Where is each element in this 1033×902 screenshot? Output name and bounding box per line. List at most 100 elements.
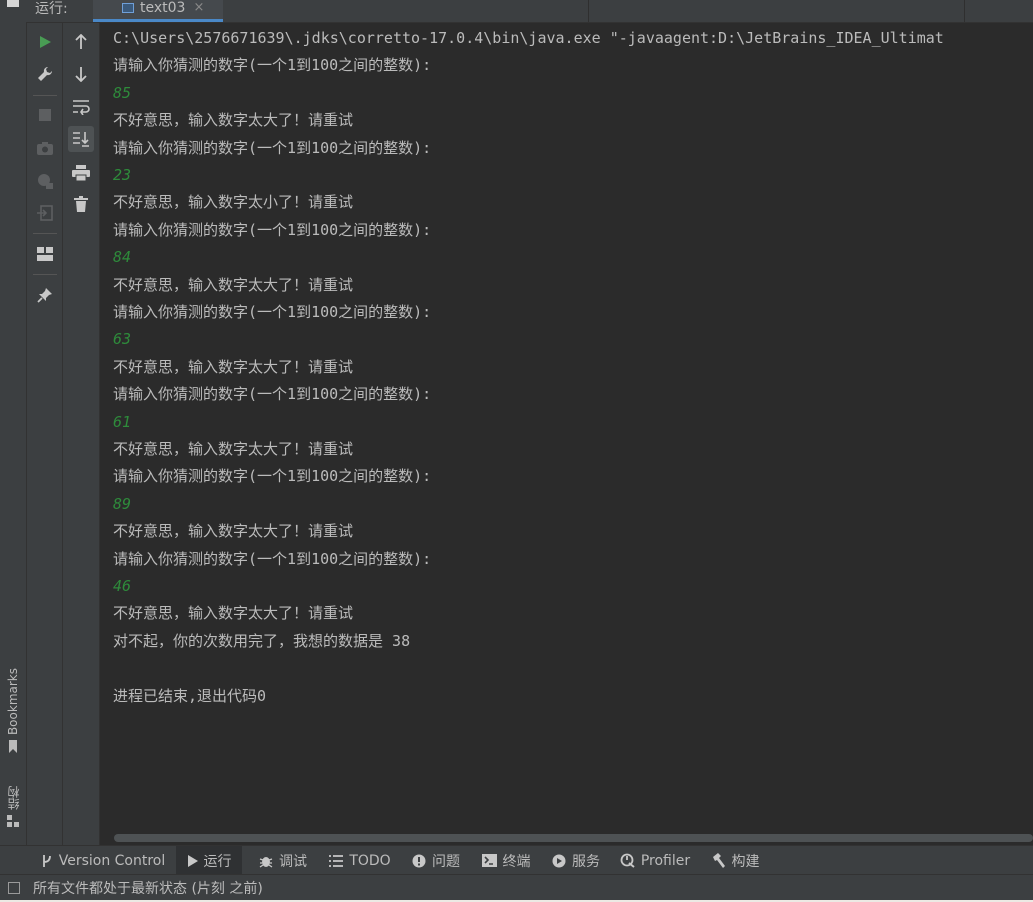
run-toolbar-primary	[27, 23, 63, 845]
layout-icon	[37, 247, 53, 261]
stop-button[interactable]	[32, 102, 58, 128]
tool-button-label: 问题	[432, 853, 460, 870]
stripe-top-button[interactable]	[7, 0, 19, 7]
trash-icon	[74, 196, 88, 212]
hammer-icon	[711, 853, 726, 868]
console-output-line: 进程已结束,退出代码0	[113, 686, 267, 705]
status-bar: 所有文件都处于最新状态 (片刻 之前)	[0, 874, 1033, 900]
soft-wrap-icon	[73, 100, 90, 115]
console-output-line: 请输入你猜测的数字(一个1到100之间的整数):	[113, 56, 432, 75]
header-divider	[964, 0, 965, 22]
console-output-line: 请输入你猜测的数字(一个1到100之间的整数):	[113, 303, 432, 321]
structure-label: 结构	[6, 786, 21, 810]
arrow-up-icon	[75, 34, 87, 49]
horizontal-scrollbar[interactable]	[114, 831, 1033, 845]
console-output-line: C:\Users\2576671639\.jdks\corretto-17.0.…	[113, 29, 944, 47]
run-tool-window-header: 运行: text03 ×	[26, 0, 1033, 23]
tool-button-6[interactable]: 终端	[478, 846, 534, 875]
tool-button-label: 运行	[203, 853, 232, 870]
pin-tab-button[interactable]	[32, 282, 58, 308]
tool-button-5[interactable]: 问题	[408, 846, 464, 875]
tool-button-7[interactable]: 服务	[547, 846, 605, 875]
tool-button-3[interactable]: 调试	[254, 846, 312, 875]
console-output-line: 请输入你猜测的数字(一个1到100之间的整数):	[113, 467, 432, 486]
scrollbar-thumb[interactable]	[114, 834, 1033, 842]
console-output-line: 不好意思，输入数字太大了！请重试	[113, 604, 354, 623]
up-stack-button[interactable]	[68, 29, 94, 55]
print-button[interactable]	[68, 160, 94, 186]
tab-close-icon[interactable]: ×	[193, 0, 204, 15]
dump-threads-button[interactable]	[32, 135, 58, 161]
tool-window-bar: Version Control 运行 调试 TODO 问题 终端 服务 Profiler 构建	[0, 845, 1033, 875]
rerun-button[interactable]	[32, 29, 58, 55]
console-input-line: 85	[113, 83, 132, 102]
profiler-icon	[620, 853, 635, 868]
tab-label: text03	[140, 0, 186, 16]
run-label: 运行:	[35, 1, 68, 17]
tool-button-label: TODO	[349, 852, 391, 869]
tool-button-label: 终端	[502, 853, 531, 870]
scroll-to-end-icon	[73, 132, 89, 147]
arrow-down-icon	[75, 67, 87, 82]
console-output[interactable]: C:\Users\2576671639\.jdks\corretto-17.0.…	[100, 23, 1033, 831]
service-icon	[552, 854, 566, 868]
status-text: 所有文件都处于最新状态 (片刻 之前)	[33, 880, 263, 897]
toolbar-separator	[33, 233, 57, 234]
soft-wrap-button[interactable]	[68, 94, 94, 120]
tool-button-label: 服务	[572, 853, 600, 870]
tool-button-8[interactable]: Profiler	[618, 846, 692, 875]
tool-button-label: 构建	[731, 853, 760, 870]
console-output-line: 不好意思，输入数字太大了！请重试	[113, 522, 354, 541]
bug-icon	[259, 854, 273, 868]
tool-button-9[interactable]: 构建	[706, 846, 764, 875]
tool-button-label: 调试	[279, 853, 307, 870]
pin-icon	[37, 288, 52, 303]
console-output-line: 对不起，你的次数用完了，我想的数据是 38	[113, 631, 411, 650]
terminal-icon	[481, 854, 497, 867]
console-input-line: 23	[113, 166, 132, 184]
tool-button-2[interactable]: 运行	[176, 846, 242, 875]
settings-bug-icon	[38, 174, 53, 189]
toolbar-separator	[33, 274, 57, 275]
clear-all-button[interactable]	[68, 191, 94, 217]
tool-button-1[interactable]: Version Control	[40, 846, 166, 875]
modify-run-config-button[interactable]	[32, 61, 58, 87]
play-icon	[187, 854, 198, 867]
exit-button[interactable]	[32, 200, 58, 226]
console-input-line: 46	[113, 577, 132, 595]
info-icon	[412, 854, 426, 868]
console-output-line: 请输入你猜测的数字(一个1到100之间的整数):	[113, 385, 432, 404]
layout-button[interactable]	[32, 241, 58, 267]
bookmarks-tool-button[interactable]: Bookmarks	[0, 668, 26, 754]
bookmarks-label: Bookmarks	[6, 668, 20, 736]
down-stack-button[interactable]	[68, 61, 94, 87]
tool-button-label: Version Control	[58, 852, 166, 869]
console-tab-icon	[122, 3, 134, 13]
bookmark-icon	[9, 740, 17, 754]
console-output-line: 不好意思，输入数字太大了！请重试	[113, 111, 354, 130]
console-output-line: 不好意思，输入数字太小了！请重试	[113, 193, 354, 212]
console-input-line: 61	[113, 412, 132, 431]
structure-tool-button[interactable]: 结构	[0, 786, 26, 827]
toolbar-separator	[33, 95, 57, 96]
stop-icon	[39, 109, 51, 121]
console-input-line: 89	[113, 494, 132, 513]
console-input-line: 63	[113, 330, 132, 349]
console-output-line: 请输入你猜测的数字(一个1到100之间的整数):	[113, 549, 432, 568]
tool-button-label: Profiler	[640, 852, 691, 869]
tool-button-4[interactable]: TODO	[326, 846, 394, 875]
exit-icon	[37, 205, 53, 221]
camera-icon	[37, 141, 53, 155]
play-icon	[40, 36, 51, 48]
scroll-to-end-button[interactable]	[68, 126, 94, 152]
wrench-icon	[38, 66, 53, 81]
run-toolbar-secondary	[63, 23, 100, 845]
console-output-line: 请输入你猜测的数字(一个1到100之间的整数):	[113, 220, 432, 239]
branch-icon	[41, 854, 53, 868]
console-output-line: 不好意思，输入数字太大了！请重试	[113, 357, 354, 376]
printer-icon	[72, 165, 90, 181]
run-tab-text03[interactable]: text03 ×	[93, 0, 223, 22]
toggle-tool-windows-icon[interactable]	[8, 881, 20, 894]
list-icon	[329, 854, 344, 867]
view-breakpoints-button[interactable]	[32, 168, 58, 194]
